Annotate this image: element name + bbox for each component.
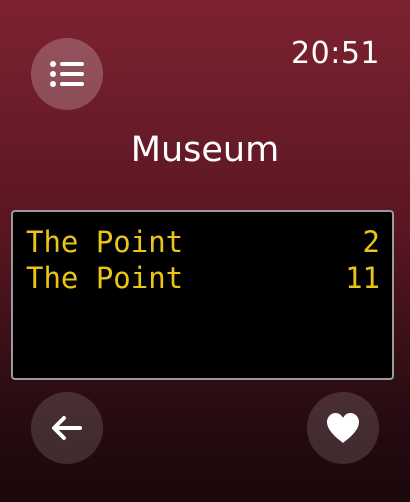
departure-minutes: 2 — [362, 225, 380, 259]
departure-destination: The Point — [26, 261, 184, 295]
departure-destination: The Point — [26, 225, 184, 259]
list-icon — [49, 60, 85, 88]
heart-icon — [325, 412, 361, 444]
departure-row[interactable]: The Point 2 — [26, 224, 380, 260]
menu-button[interactable] — [31, 38, 103, 110]
departure-row[interactable]: The Point 11 — [26, 260, 380, 296]
stop-title: Museum — [130, 130, 280, 170]
clock-time: 20:51 — [291, 36, 380, 71]
departure-board: The Point 2 The Point 11 — [11, 210, 394, 380]
arrow-left-icon — [51, 415, 83, 441]
departure-minutes: 11 — [345, 261, 380, 295]
favorite-button[interactable] — [307, 392, 379, 464]
back-button[interactable] — [31, 392, 103, 464]
watch-screen: 20:51 Museum The Point 2 The Point 11 — [0, 0, 410, 502]
